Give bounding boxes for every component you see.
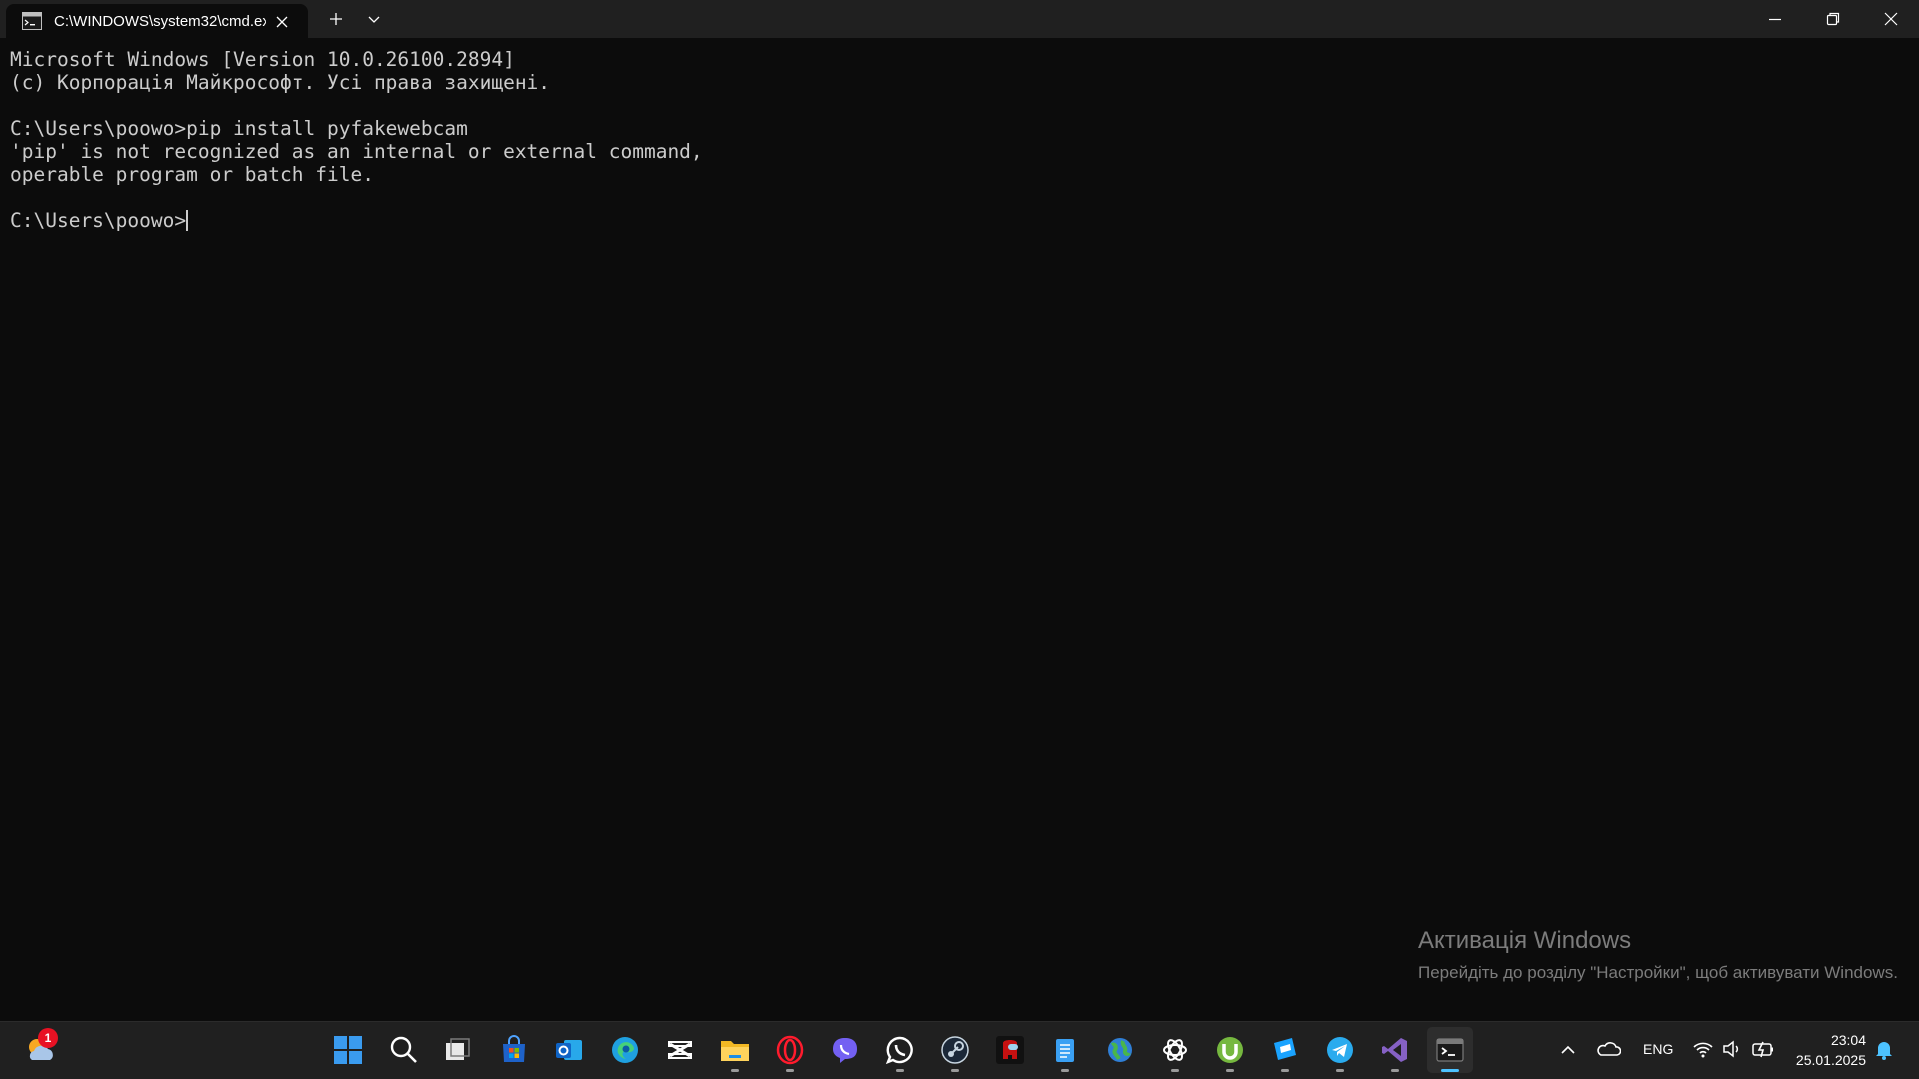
clock[interactable]: 23:04 25.01.2025 — [1786, 1030, 1866, 1070]
visual-studio-icon — [1382, 1038, 1407, 1062]
notification-bell-icon[interactable] — [1874, 1039, 1894, 1065]
taskbar-file-explorer[interactable] — [712, 1027, 758, 1073]
among-us-icon — [996, 1036, 1024, 1064]
file-explorer-icon — [721, 1041, 749, 1061]
taskbar-among-us[interactable] — [987, 1027, 1033, 1073]
terminal-line: 'pip' is not recognized as an internal o… — [10, 140, 703, 163]
running-indicator — [1171, 1069, 1179, 1072]
activation-watermark: Активація Windows Перейдіть до розділу "… — [1418, 926, 1898, 985]
taskbar-whatsapp[interactable] — [877, 1027, 923, 1073]
close-icon — [1884, 12, 1898, 26]
running-indicator — [731, 1069, 739, 1072]
running-indicator — [1226, 1069, 1234, 1072]
edge-icon — [612, 1037, 638, 1063]
clock-time: 23:04 — [1830, 1032, 1866, 1048]
running-indicator — [1441, 1069, 1459, 1072]
notepad-icon — [1056, 1039, 1074, 1062]
taskbar: 1 ENG 23:04 25.01.2025 — [0, 1021, 1919, 1079]
taskbar-visual-studio[interactable] — [1372, 1027, 1418, 1073]
chatgpt-icon — [1163, 1039, 1187, 1061]
search-icon — [390, 1036, 417, 1063]
console-icon — [22, 12, 42, 30]
taskbar-edge[interactable] — [602, 1027, 648, 1073]
viber-icon — [833, 1038, 857, 1063]
start-button[interactable] — [325, 1027, 371, 1073]
wifi-icon[interactable] — [1692, 1039, 1714, 1063]
task-view-icon — [446, 1038, 470, 1060]
clock-date: 25.01.2025 — [1795, 1052, 1866, 1068]
capcut-icon — [668, 1041, 692, 1059]
terminal-line: operable program or batch file. — [10, 163, 374, 186]
tab-cmd[interactable]: C:\WINDOWS\system32\cmd.exe — [6, 4, 308, 38]
running-indicator — [786, 1069, 794, 1072]
taskbar-roblox-studio[interactable] — [1262, 1027, 1308, 1073]
notification-badge: 1 — [38, 1028, 58, 1048]
globe-app-icon — [1108, 1038, 1132, 1062]
onedrive-icon[interactable] — [1597, 1039, 1622, 1063]
running-indicator — [1391, 1069, 1399, 1072]
taskbar-chatgpt[interactable] — [1152, 1027, 1198, 1073]
steam-icon — [941, 1036, 969, 1064]
running-indicator — [896, 1069, 904, 1072]
activation-body: Перейдіть до розділу "Настройки", щоб ак… — [1418, 963, 1898, 982]
opera-icon — [776, 1035, 804, 1065]
telegram-icon — [1327, 1037, 1353, 1063]
title-bar: C:\WINDOWS\system32\cmd.exe — [0, 0, 1919, 38]
activation-title: Активація Windows — [1418, 927, 1632, 954]
minimize-button[interactable] — [1746, 0, 1804, 38]
restore-icon — [1826, 12, 1840, 26]
running-indicator — [1281, 1069, 1289, 1072]
restore-button[interactable] — [1804, 0, 1862, 38]
terminal-output: Microsoft Windows [Version 10.0.26100.28… — [10, 48, 703, 232]
taskbar-terminal[interactable] — [1427, 1027, 1473, 1073]
start-icon — [334, 1036, 362, 1064]
taskbar-utorrent[interactable] — [1207, 1027, 1253, 1073]
terminal-line: Microsoft Windows [Version 10.0.26100.28… — [10, 48, 515, 71]
taskbar-opera[interactable] — [767, 1027, 813, 1073]
taskbar-store[interactable] — [491, 1027, 537, 1073]
text-cursor — [186, 210, 189, 231]
taskbar-viber[interactable] — [822, 1027, 868, 1073]
outlook-icon — [556, 1040, 582, 1060]
taskbar-globe-app[interactable] — [1097, 1027, 1143, 1073]
task-view-button[interactable] — [435, 1027, 481, 1073]
taskbar-notepad[interactable] — [1042, 1027, 1088, 1073]
taskbar-telegram[interactable] — [1317, 1027, 1363, 1073]
volume-icon[interactable] — [1721, 1039, 1743, 1063]
microsoft-store-icon — [503, 1035, 525, 1062]
roblox-studio-icon — [1274, 1038, 1296, 1060]
battery-icon[interactable] — [1751, 1039, 1775, 1063]
taskbar-steam[interactable] — [932, 1027, 978, 1073]
whatsapp-icon — [885, 1036, 913, 1065]
chevron-up-icon[interactable] — [1558, 1040, 1578, 1064]
search-button[interactable] — [381, 1027, 427, 1073]
minimize-icon — [1769, 18, 1781, 21]
language-indicator[interactable]: ENG — [1643, 1041, 1673, 1057]
tab-title: C:\WINDOWS\system32\cmd.exe — [54, 13, 266, 30]
terminal-icon — [1436, 1038, 1464, 1062]
terminal-line: C:\Users\poowo>pip install pyfakewebcam — [10, 117, 468, 140]
taskbar-outlook[interactable] — [546, 1027, 592, 1073]
taskbar-capcut[interactable] — [657, 1027, 703, 1073]
running-indicator — [1061, 1069, 1069, 1072]
terminal-prompt[interactable]: C:\Users\poowo> — [10, 209, 186, 232]
plus-icon[interactable] — [322, 8, 350, 30]
terminal-line: (c) Корпорація Майкрософт. Усі права зах… — [10, 71, 551, 94]
utorrent-icon — [1217, 1037, 1243, 1063]
terminal-area[interactable]: Microsoft Windows [Version 10.0.26100.28… — [0, 38, 1919, 1021]
chevron-down-icon[interactable] — [360, 8, 388, 30]
weather-widget[interactable]: 1 — [20, 1028, 64, 1070]
running-indicator — [1336, 1069, 1344, 1072]
running-indicator — [951, 1069, 959, 1072]
close-tab-icon[interactable] — [274, 14, 290, 30]
close-window-button[interactable] — [1862, 0, 1919, 38]
